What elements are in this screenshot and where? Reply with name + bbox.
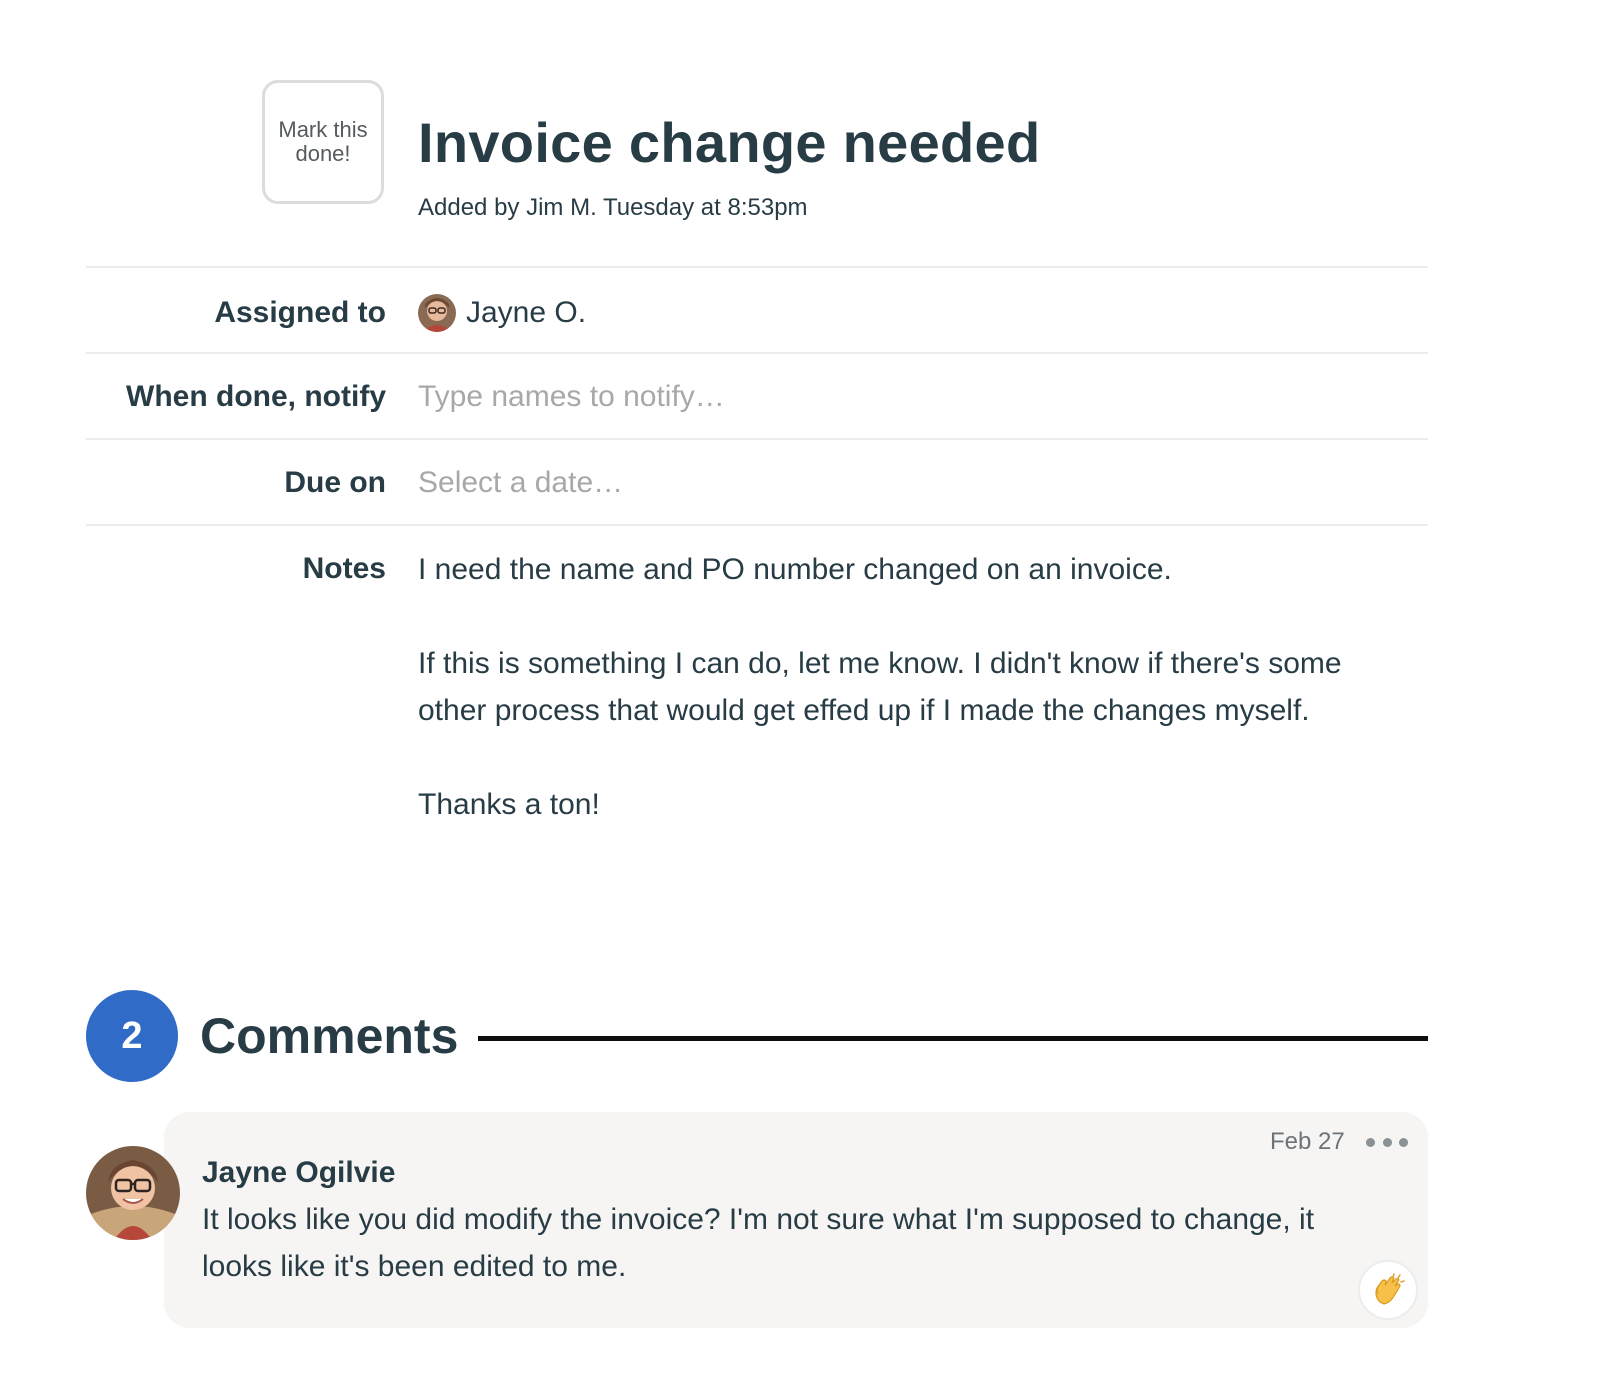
- mark-done-button[interactable]: Mark this done!: [262, 80, 384, 204]
- assignee[interactable]: Jayne O.: [418, 294, 586, 332]
- notes-paragraph: I need the name and PO number changed on…: [418, 553, 1172, 586]
- notify-input[interactable]: [418, 378, 1118, 416]
- comment-author-avatar[interactable]: [86, 1146, 180, 1240]
- notes-paragraph: If this is something I can do, let me kn…: [418, 647, 1342, 727]
- assigned-to-label: Assigned to: [214, 296, 386, 329]
- notify-label: When done, notify: [126, 380, 386, 413]
- comments-divider: [478, 1036, 1428, 1041]
- mark-done-label: Mark this done!: [278, 117, 368, 166]
- assignee-name: Jayne O.: [466, 296, 587, 329]
- notify-field-wrapper: [418, 378, 1118, 416]
- menu-dot: [1366, 1137, 1375, 1147]
- divider: [86, 352, 1428, 354]
- divider: [86, 266, 1428, 268]
- clapping-hands-icon: [1375, 1273, 1405, 1305]
- menu-dot: [1382, 1137, 1392, 1147]
- divider: [86, 524, 1428, 526]
- comment-count-badge: 2: [86, 990, 178, 1082]
- due-date-input[interactable]: [418, 464, 1118, 502]
- boost-button[interactable]: [1358, 1260, 1418, 1320]
- notes-paragraph: Thanks a ton!: [418, 788, 600, 821]
- assignee-avatar: [418, 294, 456, 332]
- added-by-meta: Added by Jim M. Tuesday at 8:53pm: [418, 194, 808, 221]
- notes-content: I need the name and PO number changed on…: [418, 546, 1418, 875]
- comment-author: Jayne Ogilvie: [202, 1156, 396, 1189]
- comment-date[interactable]: Feb 27: [1270, 1126, 1345, 1158]
- comment-count: 2: [121, 1014, 143, 1057]
- todo-page: Mark this done! Invoice change needed Ad…: [0, 0, 1608, 1396]
- comment-menu-icon[interactable]: [1366, 1130, 1408, 1154]
- notes-label: Notes: [302, 552, 386, 585]
- menu-dot: [1399, 1137, 1408, 1147]
- divider: [86, 438, 1428, 440]
- due-on-label: Due on: [284, 466, 386, 499]
- todo-title: Invoice change needed: [418, 111, 1041, 174]
- comment-body: It looks like you did modify the invoice…: [202, 1203, 1315, 1283]
- due-date-wrapper: [418, 464, 1118, 502]
- comments-heading: Comments: [200, 1008, 459, 1064]
